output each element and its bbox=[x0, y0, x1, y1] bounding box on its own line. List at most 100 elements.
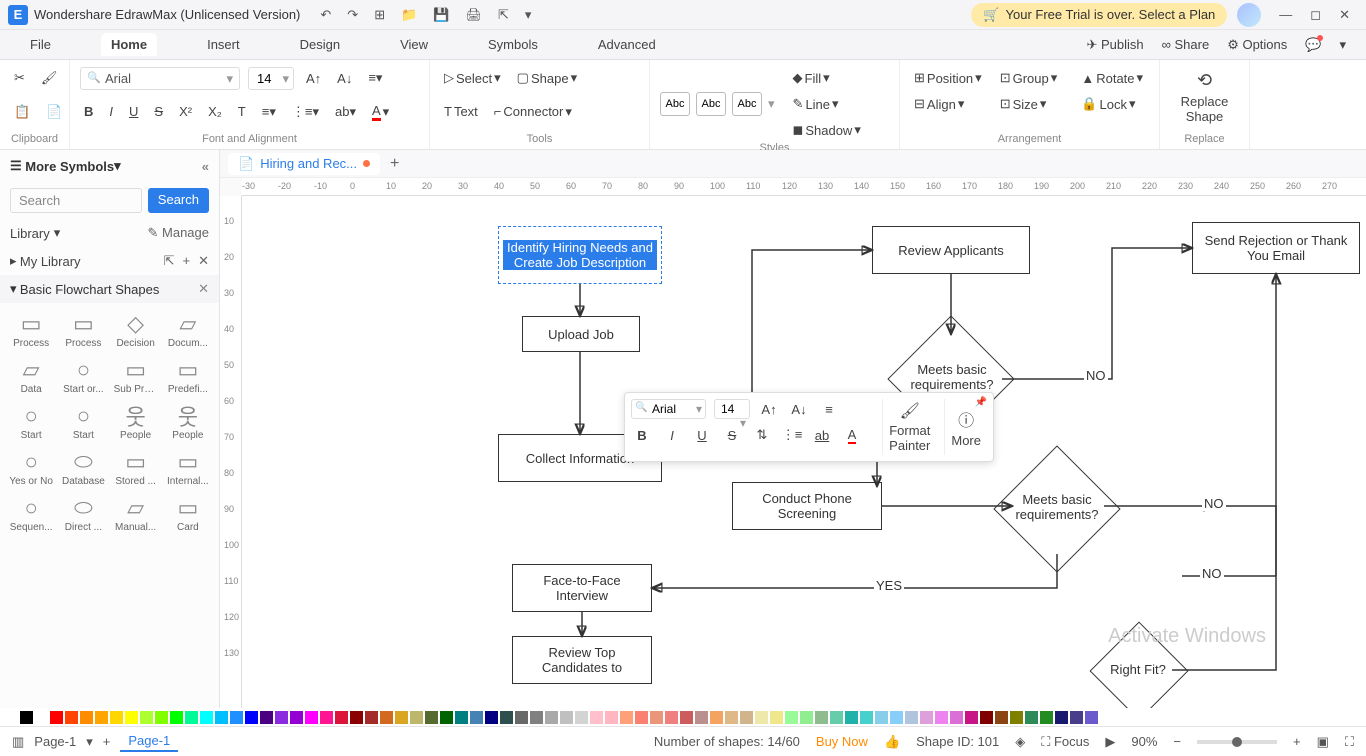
align-menu-icon[interactable]: ≡▾ bbox=[364, 66, 386, 90]
trial-banner[interactable]: 🛒 Your Free Trial is over. Select a Plan bbox=[971, 3, 1227, 27]
position-button[interactable]: ⊞ Position▾ bbox=[910, 66, 986, 90]
shape-decision[interactable]: ◇Decision bbox=[111, 309, 161, 353]
section-close-icon[interactable]: ✕ bbox=[198, 281, 209, 297]
color-swatch[interactable] bbox=[800, 711, 813, 724]
zoom-in-icon[interactable]: + bbox=[1293, 734, 1301, 749]
line-button[interactable]: ✎ Line ▾ bbox=[789, 92, 865, 116]
node-review-applicants[interactable]: Review Applicants bbox=[872, 226, 1030, 274]
color-swatch[interactable] bbox=[1040, 711, 1053, 724]
color-swatch[interactable] bbox=[305, 711, 318, 724]
presentation-icon[interactable]: ▶ bbox=[1105, 734, 1115, 750]
bullets-icon[interactable]: ⋮≡▾ bbox=[288, 100, 323, 124]
color-swatch[interactable] bbox=[440, 711, 453, 724]
page-dropdown-icon[interactable]: ▾ bbox=[86, 734, 93, 750]
color-swatch[interactable] bbox=[635, 711, 648, 724]
font-color-icon[interactable]: A▾ bbox=[368, 99, 393, 125]
float-pin-icon[interactable]: 📌 bbox=[975, 397, 987, 408]
shape-docum-[interactable]: ▱Docum... bbox=[163, 309, 213, 353]
export-icon[interactable]: ⇱ bbox=[498, 7, 509, 23]
color-swatch[interactable] bbox=[95, 711, 108, 724]
color-swatch[interactable] bbox=[125, 711, 138, 724]
menu-design[interactable]: Design bbox=[290, 33, 350, 56]
color-swatch[interactable] bbox=[140, 711, 153, 724]
shape-data[interactable]: ▱Data bbox=[6, 355, 56, 399]
lib-add-icon[interactable]: + bbox=[183, 253, 191, 269]
color-swatch[interactable] bbox=[980, 711, 993, 724]
sidebar-collapse-icon[interactable]: « bbox=[202, 159, 209, 174]
color-swatch[interactable] bbox=[845, 711, 858, 724]
group-button[interactable]: ⊡ Group▾ bbox=[996, 66, 1068, 90]
notifications-icon[interactable]: 💬 bbox=[1305, 37, 1321, 53]
color-swatch[interactable] bbox=[155, 711, 168, 724]
float-case-icon[interactable]: ab bbox=[811, 425, 833, 445]
subscript-icon[interactable]: X₂ bbox=[204, 100, 226, 123]
color-swatch[interactable] bbox=[650, 711, 663, 724]
color-swatch[interactable] bbox=[575, 711, 588, 724]
color-swatch[interactable] bbox=[830, 711, 843, 724]
color-swatch[interactable] bbox=[455, 711, 468, 724]
color-swatch[interactable] bbox=[470, 711, 483, 724]
color-swatch[interactable] bbox=[755, 711, 768, 724]
color-swatch[interactable] bbox=[365, 711, 378, 724]
color-swatch[interactable] bbox=[1085, 711, 1098, 724]
style-preset-1[interactable]: Abc bbox=[660, 92, 690, 116]
share-button[interactable]: ∞ Share bbox=[1162, 37, 1210, 52]
zoom-slider[interactable] bbox=[1197, 740, 1277, 744]
color-swatch[interactable] bbox=[215, 711, 228, 724]
text-effects-icon[interactable]: ab▾ bbox=[331, 100, 360, 124]
fullscreen-icon[interactable]: ⛶ bbox=[1345, 734, 1354, 750]
color-swatch[interactable] bbox=[995, 711, 1008, 724]
color-swatch[interactable] bbox=[875, 711, 888, 724]
styles-more-icon[interactable]: ▾ bbox=[768, 96, 775, 112]
float-size-select[interactable]: 14 bbox=[714, 399, 750, 419]
shape-stored-[interactable]: ▭Stored ... bbox=[111, 447, 161, 491]
color-swatch[interactable] bbox=[920, 711, 933, 724]
page-select[interactable]: Page-1 bbox=[34, 734, 76, 749]
lib-close-icon[interactable]: ✕ bbox=[198, 253, 209, 269]
color-swatch[interactable] bbox=[785, 711, 798, 724]
case-icon[interactable]: T bbox=[234, 100, 250, 123]
paste-icon[interactable]: 📄 bbox=[42, 100, 66, 124]
shape-database[interactable]: ⬭Database bbox=[58, 447, 108, 491]
dropdown-icon[interactable]: ▾ bbox=[114, 158, 121, 174]
color-swatch[interactable] bbox=[1070, 711, 1083, 724]
rotate-button[interactable]: ▲ Rotate▾ bbox=[1077, 66, 1149, 90]
color-swatch[interactable] bbox=[290, 711, 303, 724]
shape-card[interactable]: ▭Card bbox=[163, 493, 213, 537]
color-swatch[interactable] bbox=[890, 711, 903, 724]
color-swatch[interactable] bbox=[935, 711, 948, 724]
color-swatch[interactable] bbox=[380, 711, 393, 724]
layers-icon[interactable]: ◈ bbox=[1015, 734, 1025, 750]
manage-button[interactable]: ✎ Manage bbox=[148, 225, 210, 241]
color-swatch[interactable] bbox=[1010, 711, 1023, 724]
color-swatch[interactable] bbox=[200, 711, 213, 724]
node-send-rejection[interactable]: Send Rejection or Thank You Email bbox=[1192, 222, 1360, 274]
lib-export-icon[interactable]: ⇱ bbox=[164, 253, 175, 269]
sidebar-title[interactable]: More Symbols bbox=[25, 159, 114, 174]
menu-symbols[interactable]: Symbols bbox=[478, 33, 548, 56]
float-font-shrink-icon[interactable]: A↓ bbox=[788, 399, 810, 419]
shape-predefi-[interactable]: ▭Predefi... bbox=[163, 355, 213, 399]
float-font-grow-icon[interactable]: A↑ bbox=[758, 399, 780, 419]
focus-button[interactable]: ⛶ Focus bbox=[1041, 734, 1089, 750]
select-tool[interactable]: ▷ Select ▾ bbox=[440, 66, 505, 90]
style-preset-3[interactable]: Abc bbox=[732, 92, 762, 116]
color-swatch[interactable] bbox=[665, 711, 678, 724]
zoom-out-icon[interactable]: − bbox=[1173, 734, 1181, 749]
shape-start[interactable]: ○Start bbox=[6, 401, 56, 445]
color-swatch[interactable] bbox=[695, 711, 708, 724]
line-spacing-icon[interactable]: ≡▾ bbox=[258, 100, 280, 124]
color-swatch[interactable] bbox=[1025, 711, 1038, 724]
float-color-icon[interactable]: A bbox=[841, 425, 863, 445]
menu-home[interactable]: Home bbox=[101, 33, 157, 56]
color-swatch[interactable] bbox=[740, 711, 753, 724]
library-dropdown[interactable]: Library bbox=[10, 226, 50, 241]
bold-icon[interactable]: B bbox=[80, 100, 97, 123]
node-review-top[interactable]: Review Top Candidates to bbox=[512, 636, 652, 684]
shape-sequen-[interactable]: ○Sequen... bbox=[6, 493, 56, 537]
color-swatch[interactable] bbox=[950, 711, 963, 724]
add-page-icon[interactable]: + bbox=[103, 734, 111, 749]
minimize-icon[interactable]: — bbox=[1279, 7, 1292, 23]
color-swatch[interactable] bbox=[425, 711, 438, 724]
lock-button[interactable]: 🔒 Lock▾ bbox=[1077, 92, 1149, 116]
